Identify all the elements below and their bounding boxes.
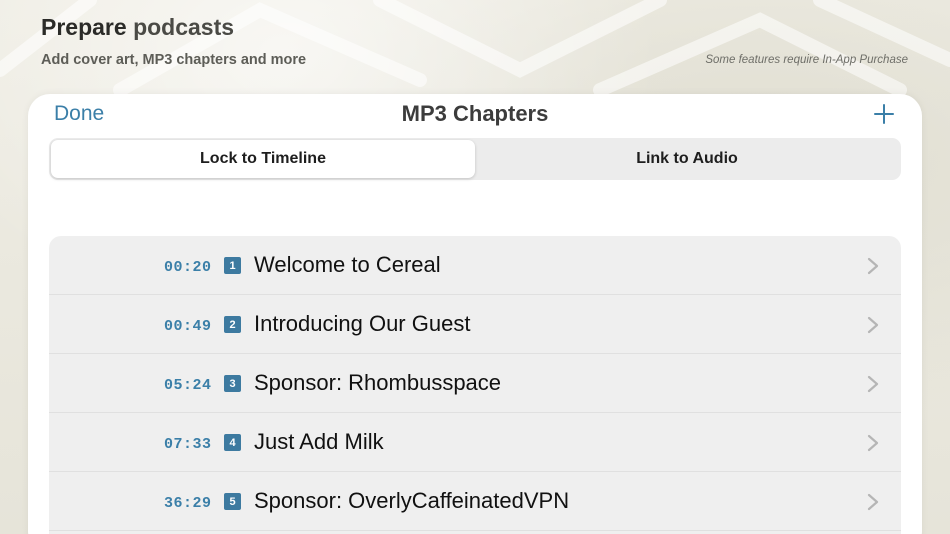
chapter-title: Sponsor: OverlyCaffeinatedVPN: [254, 488, 570, 513]
chapter-row[interactable]: 00:20 1 Welcome to Cereal: [49, 236, 901, 295]
chapter-time: 36:29: [164, 495, 212, 512]
chapter-time: 07:33: [164, 436, 212, 453]
chapter-row[interactable]: 36:29 5 Sponsor: OverlyCaffeinatedVPN: [49, 472, 901, 531]
segment-link-to-audio[interactable]: Link to Audio: [475, 140, 899, 178]
promo-note: Some features require In-App Purchase: [705, 54, 908, 66]
chevron-right-icon: [867, 375, 879, 393]
segmented-control: Lock to Timeline Link to Audio: [49, 138, 901, 180]
chapters-sheet: Done MP3 Chapters Lock to Timeline Link …: [28, 94, 922, 534]
chevron-right-icon: [867, 316, 879, 334]
segment-lock-to-timeline[interactable]: Lock to Timeline: [51, 140, 475, 178]
chapter-row[interactable]: 05:24 3 Sponsor: Rhombusspace: [49, 354, 901, 413]
chapter-title: Just Add Milk: [254, 429, 384, 454]
chapter-number-badge: 3: [224, 375, 241, 392]
promo-title: Prepare podcasts: [41, 14, 234, 41]
chevron-right-icon: [867, 493, 879, 511]
page-title: MP3 Chapters: [401, 101, 549, 126]
chapter-title: Introducing Our Guest: [254, 311, 471, 336]
chevron-right-icon: [867, 434, 879, 452]
chapter-number-badge: 1: [224, 257, 241, 274]
chapter-time: 00:20: [164, 259, 212, 276]
promo-subtitle: Add cover art, MP3 chapters and more: [41, 52, 307, 68]
chapter-row[interactable]: 07:33 4 Just Add Milk: [49, 413, 901, 472]
chapter-number-badge: 5: [224, 493, 241, 510]
promo-title-rest: podcasts: [133, 14, 235, 40]
chapter-row[interactable]: 00:49 2 Introducing Our Guest: [49, 295, 901, 354]
chapter-time: 00:49: [164, 318, 212, 335]
chevron-right-icon: [867, 257, 879, 275]
chapter-list: 00:20 1 Welcome to Cereal 00:49 2 Introd…: [49, 236, 901, 534]
add-chapter-button[interactable]: [872, 102, 896, 126]
chapter-title: Welcome to Cereal: [254, 252, 441, 277]
promo-title-bold: Prepare: [41, 14, 127, 40]
chapter-title: Sponsor: Rhombusspace: [254, 370, 502, 395]
chapter-number-badge: 2: [224, 316, 241, 333]
chapter-number-badge: 4: [224, 434, 241, 451]
navigation-bar: Done MP3 Chapters: [28, 94, 922, 138]
chapter-time: 05:24: [164, 377, 212, 394]
